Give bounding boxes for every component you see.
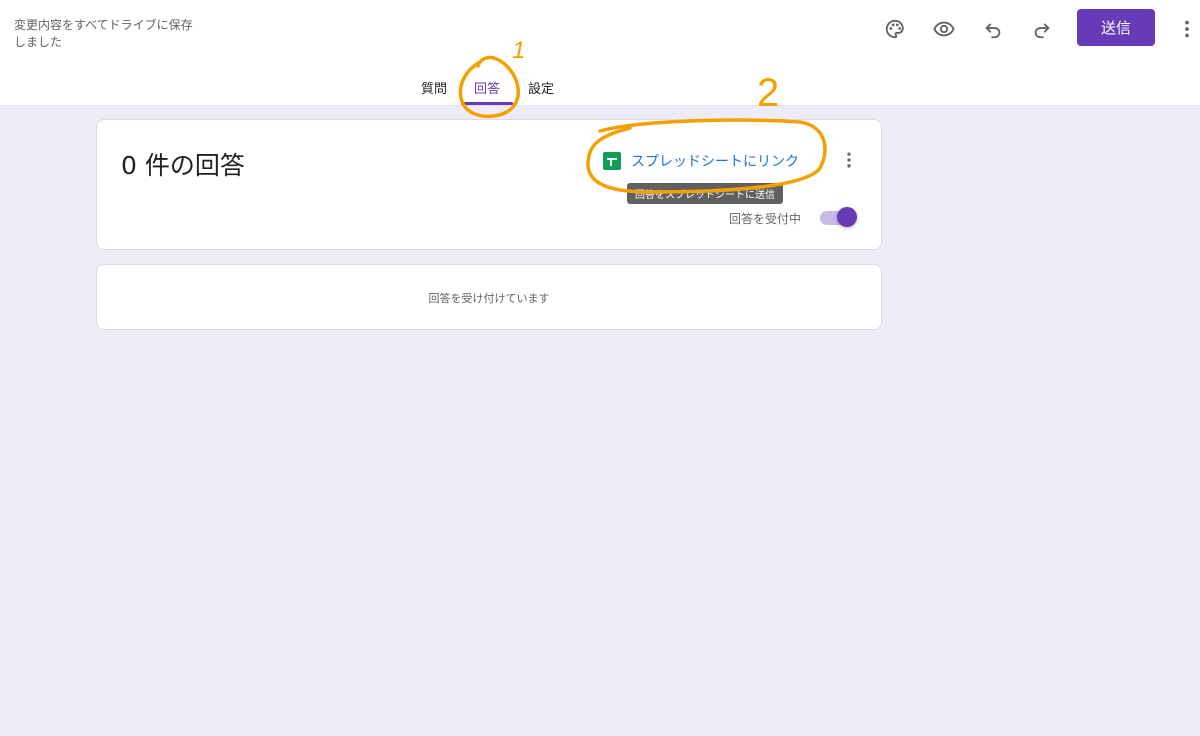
undo-icon-svg [985, 23, 1001, 39]
tab-responses[interactable]: 回答 [474, 78, 500, 97]
palette-icon[interactable] [880, 14, 910, 44]
link-to-sheets-button[interactable]: スプレッドシートにリンク [603, 149, 799, 173]
eye-icon[interactable] [929, 14, 959, 44]
accepting-toggle-thumb[interactable] [837, 207, 857, 227]
response-count-title: 0 件の回答 [121, 151, 245, 180]
eye-icon-svg [933, 21, 955, 37]
active-tab-indicator [461, 102, 514, 105]
sheets-tooltip: 回答をスプレッドシートに送信 [627, 183, 783, 204]
empty-responses-message: 回答を受け付けています [428, 292, 550, 305]
more-options-icon-svg [847, 152, 851, 168]
sheets-icon [603, 152, 621, 170]
tab-questions[interactable]: 質問 [421, 78, 447, 97]
more-vert-icon[interactable] [1172, 14, 1200, 44]
send-button[interactable]: 送信 [1077, 9, 1155, 46]
redo-icon-svg [1034, 23, 1050, 39]
responses-summary-card: 0 件の回答 スプレッドシートにリンク 回答をスプレッドシートに送信 回答を受付… [96, 119, 882, 250]
undo-icon[interactable] [978, 14, 1008, 44]
tab-bar: 質問 回答 設定 [0, 68, 1200, 106]
save-status-text: 変更内容をすべてドライブに保存しました [14, 18, 193, 49]
link-to-sheets-label: スプレッドシートにリンク [631, 154, 799, 170]
redo-icon[interactable] [1027, 14, 1057, 44]
handwritten-annotations: 1 2 [458, 37, 827, 194]
tab-settings[interactable]: 設定 [528, 78, 554, 97]
app-header: 変更内容をすべてドライブに保存しました 送信 質問 回答 設定 [0, 0, 1200, 106]
palette-icon-svg [885, 19, 904, 39]
accepting-responses-label: 回答を受付中 [729, 212, 802, 226]
more-vert-icon-svg [1185, 20, 1189, 38]
responses-empty-card: 回答を受け付けています [96, 264, 882, 330]
more-options-icon[interactable] [837, 148, 861, 172]
